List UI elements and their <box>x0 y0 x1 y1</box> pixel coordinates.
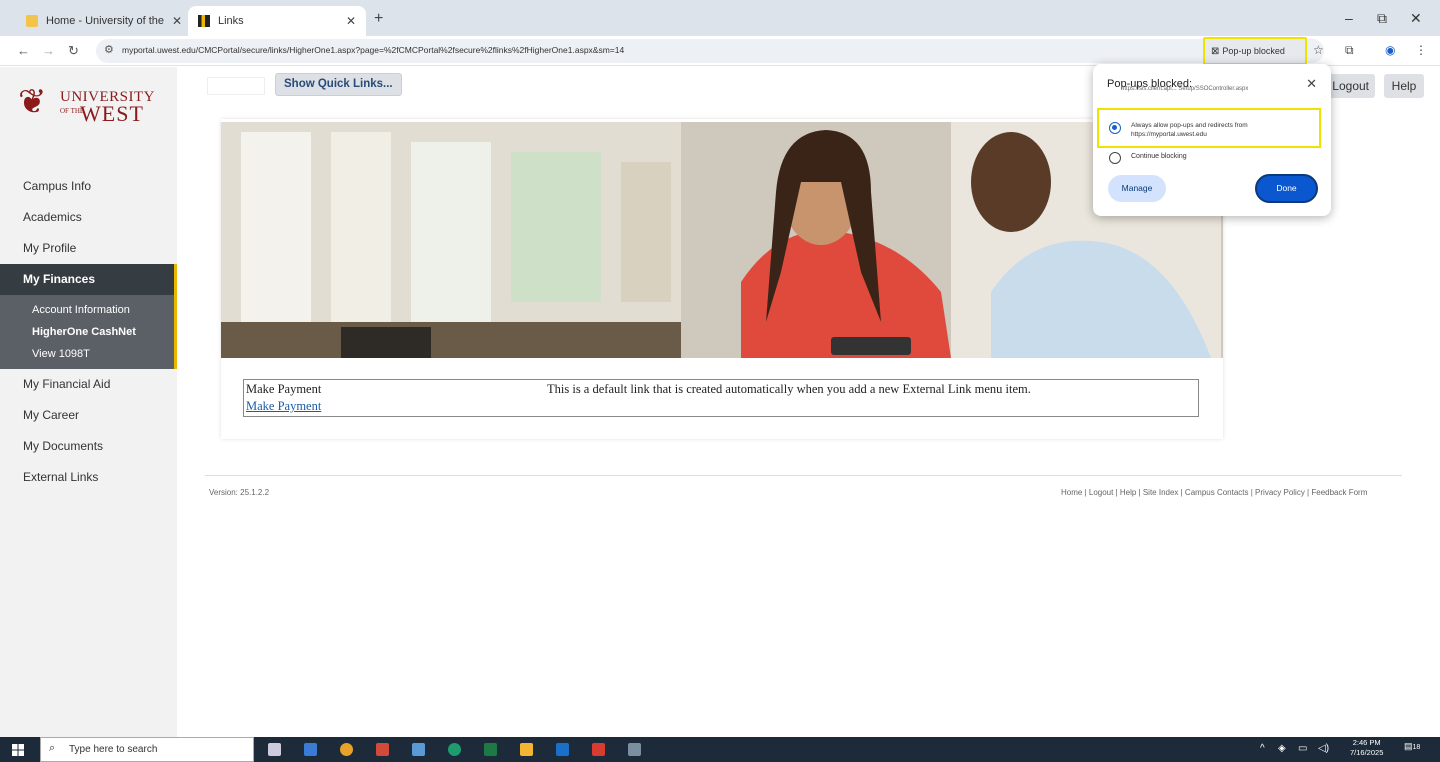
link-description: This is a default link that is created a… <box>547 382 1031 396</box>
new-tab-icon[interactable]: + <box>374 10 383 28</box>
sidebar-item-external-links[interactable]: External Links <box>0 462 177 493</box>
content-card: Make Payment Make Payment This is a defa… <box>221 119 1223 439</box>
links-favicon-icon <box>198 15 210 27</box>
clock-date: 7/16/2025 <box>1350 748 1384 757</box>
link-table: Make Payment Make Payment This is a defa… <box>243 379 1199 417</box>
bookmark-star-icon[interactable]: ☆ <box>1313 43 1324 57</box>
tray-chevron-icon[interactable]: ^ <box>1260 743 1265 754</box>
task-view-icon[interactable] <box>268 743 281 756</box>
close-tab-icon[interactable]: ✕ <box>346 14 356 28</box>
sidebar-item-my-career[interactable]: My Career <box>0 400 177 431</box>
close-icon[interactable]: ✕ <box>1306 76 1317 92</box>
forward-icon[interactable]: → <box>42 43 55 58</box>
search-icon: ⌕ <box>49 742 56 754</box>
edge-icon[interactable] <box>448 743 461 756</box>
tab-home[interactable]: Home - University of the West ✕ <box>16 6 192 36</box>
windows-start-icon[interactable] <box>12 744 24 756</box>
paint-icon[interactable] <box>628 743 641 756</box>
done-button[interactable]: Done <box>1255 174 1318 203</box>
sidebar-item-academics[interactable]: Academics <box>0 202 177 233</box>
profile-icon[interactable]: ◉ <box>1385 43 1395 57</box>
clock-time: 2:46 PM <box>1352 738 1381 747</box>
university-favicon-icon <box>26 15 38 27</box>
hero-image <box>221 122 1223 358</box>
show-quick-links-button[interactable]: Show Quick Links... <box>275 73 402 96</box>
link-title: Make Payment <box>246 382 322 396</box>
manage-button[interactable]: Manage <box>1108 175 1166 202</box>
network-icon[interactable]: ▭ <box>1298 743 1307 754</box>
version-label: Version: 25.1.2.2 <box>209 488 270 497</box>
file-explorer-icon[interactable] <box>520 743 533 756</box>
menu-dots-icon[interactable]: ⋮ <box>1415 43 1427 57</box>
submenu-item-view-1098t[interactable]: View 1098T <box>0 343 174 365</box>
url-text: myportal.uwest.edu/CMCPortal/secure/link… <box>122 45 625 55</box>
allow-option-label[interactable]: Always allow pop-ups and redirects from … <box>1131 121 1248 139</box>
app-icon[interactable] <box>376 743 389 756</box>
popup-blocked-icon: ⊠ <box>1211 45 1220 57</box>
taskbar-clock[interactable]: 2:46 PM 7/16/2025 <box>1350 738 1383 758</box>
blocked-popup-url[interactable]: https://sis.client.api... Setup/SSOContr… <box>1121 86 1248 92</box>
hero-photo-illustration <box>221 122 1223 358</box>
taskbar-search-box[interactable]: ⌕ Type here to search <box>40 737 254 762</box>
logo-mark-icon: ❦ <box>18 83 47 121</box>
logout-button[interactable]: Logout <box>1327 74 1375 98</box>
calculator-icon[interactable] <box>412 743 425 756</box>
footer-divider <box>205 475 1402 476</box>
sidebar-item-my-finances[interactable]: My Finances <box>0 264 177 295</box>
popup-blocked-label: Pop-up blocked <box>1222 46 1285 56</box>
sidebar: ❦ UNIVERSITY OF THE WEST Campus Info Aca… <box>0 67 177 737</box>
tray-app-icon[interactable]: ◈ <box>1278 743 1286 754</box>
sidebar-menu: Campus Info Academics My Profile My Fina… <box>0 171 177 493</box>
submenu-item-account-information[interactable]: Account Information <box>0 299 174 321</box>
media-app-icon[interactable] <box>304 743 317 756</box>
volume-icon[interactable]: ◁) <box>1318 743 1329 754</box>
close-tab-icon[interactable]: ✕ <box>172 14 182 28</box>
sidebar-item-campus-info[interactable]: Campus Info <box>0 171 177 202</box>
sidebar-item-my-profile[interactable]: My Profile <box>0 233 177 264</box>
site-settings-icon[interactable]: ⚙ <box>104 43 114 56</box>
sidebar-item-my-financial-aid[interactable]: My Financial Aid <box>0 369 177 400</box>
blank-input-box[interactable] <box>207 77 265 95</box>
outlook-icon[interactable] <box>556 743 569 756</box>
chrome-icon[interactable] <box>340 743 353 756</box>
help-button[interactable]: Help <box>1384 74 1424 98</box>
minimize-icon[interactable]: – <box>1345 10 1353 26</box>
close-window-icon[interactable]: ✕ <box>1410 10 1422 27</box>
pdf-reader-icon[interactable] <box>592 743 605 756</box>
make-payment-link[interactable]: Make Payment <box>246 399 321 414</box>
restore-icon[interactable]: ⧉ <box>1377 10 1387 27</box>
address-bar[interactable]: ⚙ myportal.uwest.edu/CMCPortal/secure/li… <box>96 39 1324 63</box>
browser-tab-strip: Home - University of the West ✕ Links ✕ … <box>0 0 1440 36</box>
submenu-item-higherone-cashnet[interactable]: HigherOne CashNet <box>0 321 174 343</box>
excel-icon[interactable] <box>484 743 497 756</box>
tab-title: Links <box>218 15 244 27</box>
back-icon[interactable]: ← <box>17 43 30 58</box>
tab-search-icon[interactable]: ⧉ <box>1345 43 1354 58</box>
search-placeholder: Type here to search <box>69 744 158 755</box>
finances-submenu: Account Information HigherOne CashNet Vi… <box>0 295 177 369</box>
windows-taskbar: ⌕ Type here to search ^ ◈ ▭ ◁) 2:46 PM 7… <box>0 737 1440 762</box>
notification-count: 18 <box>1412 744 1421 751</box>
tab-links[interactable]: Links ✕ <box>188 6 366 36</box>
university-logo[interactable]: ❦ UNIVERSITY OF THE WEST <box>18 85 168 129</box>
block-option-label[interactable]: Continue blocking <box>1131 153 1187 160</box>
allow-option-url: https://myportal.uwest.edu <box>1131 131 1207 138</box>
footer-links[interactable]: Home | Logout | Help | Site Index | Camp… <box>1061 488 1367 497</box>
allow-radio[interactable] <box>1109 122 1121 134</box>
tab-title: Home - University of the West <box>46 15 166 27</box>
block-radio[interactable] <box>1109 152 1121 164</box>
allow-option-text: Always allow pop-ups and redirects from <box>1131 122 1248 129</box>
sidebar-item-my-documents[interactable]: My Documents <box>0 431 177 462</box>
reload-icon[interactable]: ↻ <box>68 43 79 59</box>
popups-blocked-dialog: Pop-ups blocked: ✕ https://sis.client.ap… <box>1093 64 1331 216</box>
popup-blocked-chip[interactable]: ⊠ Pop-up blocked <box>1203 37 1307 65</box>
notification-icon[interactable]: ▤18 <box>1404 741 1420 752</box>
logo-text: WEST <box>80 101 144 126</box>
